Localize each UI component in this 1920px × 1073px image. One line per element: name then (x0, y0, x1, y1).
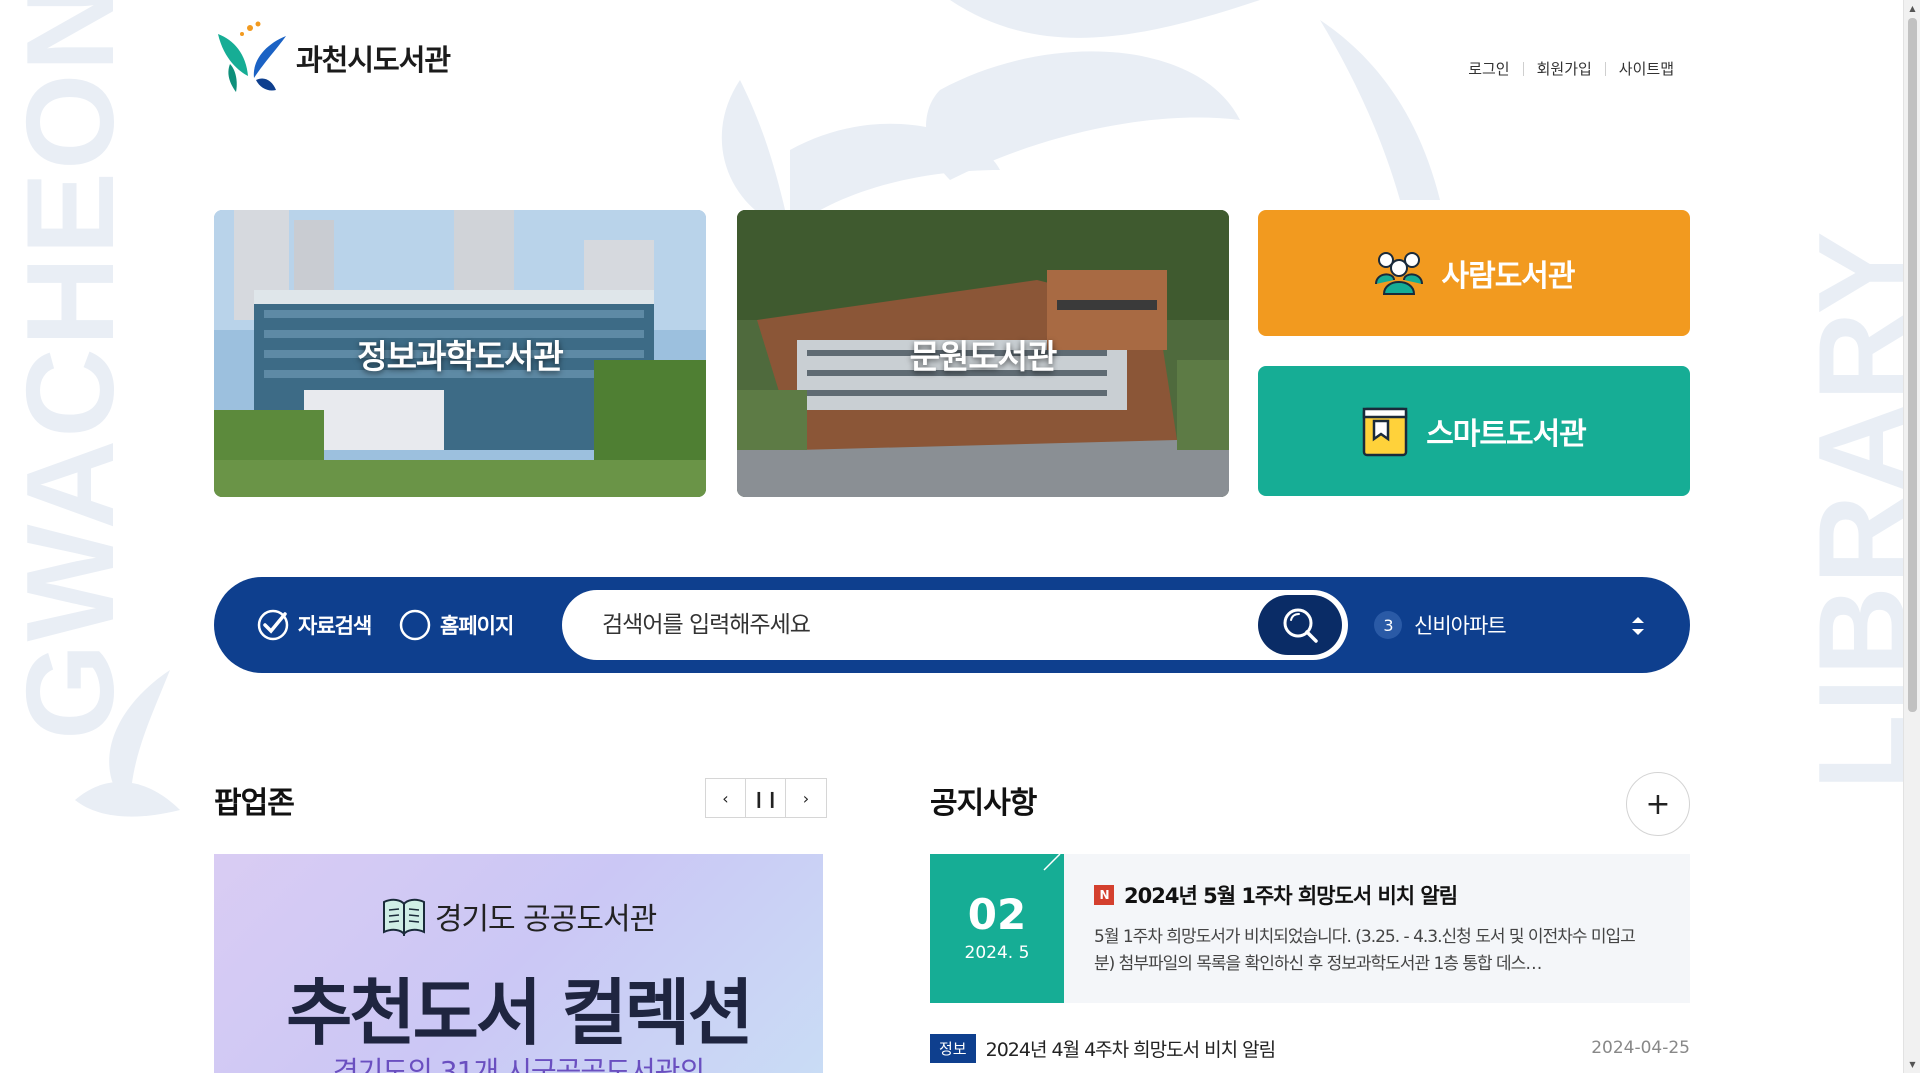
search-bar: 자료검색 홈페이지 3 신비아파트 (214, 577, 1690, 673)
featured-notice-description: 5월 1주차 희망도서가 비치되었습니다. (3.25. - 4.3.신청 도서… (1094, 927, 1636, 974)
featured-notice[interactable]: 02 2024. 5 N 2024년 5월 1주차 희망도서 비치 알림 5월 … (930, 854, 1690, 1003)
popup-zone-title: 팝업존 (214, 786, 295, 821)
scroll-up-arrow-icon[interactable]: ▲ (1904, 0, 1920, 17)
search-option-homepage[interactable]: 홈페이지 (398, 577, 514, 673)
popup-banner[interactable]: 경기도 공공도서관 추천도서 컬렉션 경기도의 31개 시군공공도서관의 (214, 854, 823, 1073)
notice-date-box: 02 2024. 5 (930, 854, 1064, 1003)
notice-item-date: 2024-04-25 (1591, 1038, 1690, 1058)
search-option-label: 홈페이지 (440, 614, 514, 638)
sitemap-link[interactable]: 사이트맵 (1619, 58, 1674, 79)
popup-banner-footer: 경기도의 31개 시군공공도서관의 (332, 1055, 705, 1073)
notice-category-tag: 정보 (930, 1033, 976, 1063)
more-notices-button[interactable]: + (1626, 772, 1690, 836)
site-logo[interactable]: 과천시도서관 (214, 20, 451, 96)
popular-keyword-ticker[interactable]: 3 신비아파트 (1374, 577, 1674, 673)
scrollbar-thumb[interactable] (1908, 18, 1917, 712)
library-card-label: 사람도서관 (1441, 259, 1576, 294)
radio-icon (398, 608, 432, 642)
search-icon (1283, 608, 1318, 643)
popup-banner-subtitle: 경기도 공공도서관 (214, 894, 823, 938)
library-card-info-science[interactable]: 정보과학도서관 (214, 210, 706, 497)
new-badge: N (1094, 885, 1114, 905)
popular-keyword: 신비아파트 (1414, 614, 1507, 638)
next-arrow-icon[interactable]: › (786, 779, 826, 817)
featured-notice-title: N 2024년 5월 1주차 희망도서 비치 알림 (1094, 880, 1458, 910)
library-card-label: 정보과학도서관 (357, 336, 564, 376)
signup-link[interactable]: 회원가입 (1537, 58, 1592, 79)
divider (1522, 61, 1524, 76)
library-card-munwon[interactable]: 문원도서관 (737, 210, 1229, 497)
vertical-scrollbar[interactable]: ▲ ▼ (1903, 0, 1920, 1073)
background-text-gwacheon: GWACHEON (2, 0, 140, 740)
notice-month: 2024. 5 (964, 943, 1030, 963)
popular-rank-number: 3 (1374, 611, 1402, 639)
logo-text: 과천시도서관 (296, 43, 451, 77)
search-box (562, 590, 1348, 660)
checked-radio-icon (256, 608, 290, 642)
notice-item-title: 2024년 4월 4주차 희망도서 비치 알림 (985, 1038, 1276, 1061)
library-card-human-library[interactable]: 사람도서관 (1258, 210, 1690, 336)
search-button[interactable] (1258, 595, 1342, 655)
search-option-catalog[interactable]: 자료검색 (256, 577, 372, 673)
featured-notice-title-text: 2024년 5월 1주차 희망도서 비치 알림 (1124, 884, 1458, 908)
prev-arrow-icon[interactable]: ‹ (706, 779, 746, 817)
popup-zone-controls: ‹ ❙❙ › (705, 778, 827, 818)
popup-banner-main: 추천도서 컬렉션 (286, 971, 754, 1055)
search-option-label: 자료검색 (298, 614, 372, 638)
people-icon (1374, 250, 1424, 296)
butterfly-logo-icon (214, 20, 288, 96)
library-card-smart-library[interactable]: 스마트도서관 (1258, 366, 1690, 496)
library-card-label: 문원도서관 (909, 336, 1058, 376)
utility-nav: 로그인 회원가입 사이트맵 (1468, 58, 1674, 79)
book-icon (1362, 405, 1408, 457)
open-book-icon (382, 898, 425, 936)
notice-day: 02 (967, 890, 1027, 939)
library-card-label: 스마트도서관 (1426, 417, 1587, 452)
scroll-down-arrow-icon[interactable]: ▼ (1904, 1056, 1920, 1073)
notice-list-item[interactable]: 정보 2024년 4월 4주차 희망도서 비치 알림 2024-04-25 (930, 1033, 1690, 1063)
login-link[interactable]: 로그인 (1468, 58, 1509, 79)
popup-banner-subtitle-text: 경기도 공공도서관 (434, 902, 657, 937)
search-input[interactable] (602, 590, 1202, 660)
divider (1604, 61, 1606, 76)
notices-title: 공지사항 (930, 786, 1037, 821)
background-text-library: LIBRARY (1794, 229, 1920, 791)
pause-icon[interactable]: ❙❙ (746, 779, 786, 817)
plus-icon: + (1645, 786, 1671, 822)
background-leaf-small (75, 670, 180, 817)
up-down-arrow-icon[interactable] (1630, 615, 1646, 642)
